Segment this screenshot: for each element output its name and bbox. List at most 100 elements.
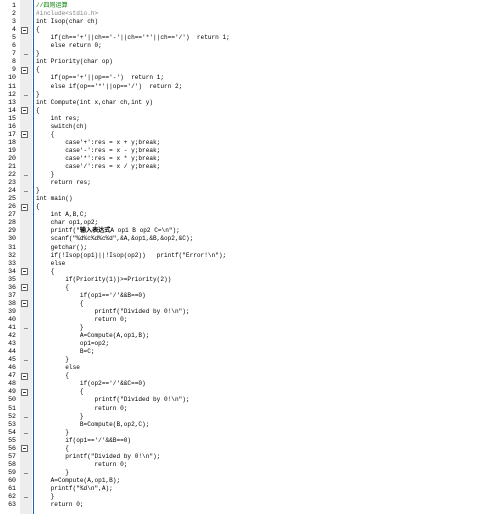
code-token: { (36, 66, 40, 74)
code-line[interactable]: int A,B,C; (36, 211, 88, 219)
code-line[interactable]: { (36, 107, 40, 115)
fold-margin[interactable] (20, 0, 32, 514)
fold-collapse-icon[interactable] (21, 372, 28, 380)
code-line[interactable]: { (36, 284, 69, 292)
code-line[interactable]: int Priority(char op) (36, 58, 113, 66)
line-number: 14 (8, 106, 16, 114)
code-line[interactable]: getchar(); (36, 244, 88, 252)
code-line[interactable]: printf("Divided by 0!\n"); (36, 453, 160, 461)
fold-collapse-icon[interactable] (21, 107, 28, 115)
code-line[interactable]: } (36, 493, 55, 501)
code-line[interactable]: scanf("%d%c%d%c%d",&A,&op1,&B,&op2,&C); (36, 235, 194, 243)
code-line[interactable]: case'-':res = x - y;break; (36, 147, 160, 155)
fold-collapse-icon[interactable] (21, 131, 28, 139)
code-line[interactable]: return 0; (36, 501, 84, 509)
code-token: } (36, 187, 40, 195)
line-number: 55 (8, 436, 16, 444)
code-line[interactable]: if(op2=='/'&&C==0) (36, 380, 146, 388)
line-number: 57 (8, 452, 16, 460)
code-line[interactable]: if(op=='+'||op=='-') return 1; (36, 74, 164, 82)
code-line[interactable]: } (36, 356, 69, 364)
code-line[interactable]: int Compute(int x,char ch,int y) (36, 99, 153, 107)
code-line[interactable]: return 0; (36, 461, 128, 469)
fold-end-marker (24, 94, 28, 96)
code-line[interactable]: #include<stdio.h> (36, 10, 98, 18)
line-number: 31 (8, 243, 16, 251)
fold-collapse-icon[interactable] (21, 388, 28, 396)
code-line[interactable]: { (36, 445, 69, 453)
code-line[interactable]: { (36, 372, 69, 380)
code-line[interactable]: printf("Divided by 0!\n"); (36, 396, 190, 404)
code-line[interactable]: if(ch=='+'||ch=='-'||ch=='*'||ch=='/') r… (36, 34, 230, 42)
code-line[interactable]: B=C; (36, 348, 95, 356)
fold-collapse-icon[interactable] (21, 66, 28, 74)
code-line[interactable]: } (36, 429, 69, 437)
code-line[interactable]: } (36, 187, 40, 195)
code-token: case'+':res = x + y;break; (36, 138, 161, 146)
fold-collapse-icon[interactable] (21, 300, 28, 308)
line-number: 41 (8, 324, 16, 331)
code-line[interactable]: int Isop(char ch) (36, 18, 98, 26)
line-number: 5 (12, 34, 16, 42)
code-token: { (36, 267, 55, 275)
code-line[interactable]: B=Compute(B,op2,C); (36, 421, 150, 429)
code-line[interactable]: op1=op2; (36, 340, 109, 348)
fold-collapse-icon[interactable] (21, 26, 28, 34)
code-line[interactable]: case'*':res = x * y;break; (36, 155, 160, 163)
code-line[interactable]: printf("输入表达式A op1 B op2 C=\n"); (36, 227, 180, 235)
fold-collapse-icon[interactable] (21, 445, 28, 453)
code-line[interactable]: } (36, 91, 40, 99)
code-line[interactable]: else return 0; (36, 42, 102, 50)
code-line[interactable]: } (36, 50, 40, 58)
code-line[interactable]: switch(ch) (36, 123, 88, 131)
line-number: 29 (8, 227, 16, 235)
fold-collapse-icon[interactable] (21, 203, 28, 211)
code-token: { (36, 372, 69, 380)
code-token: A op1 B op2 C=\n"); (110, 227, 180, 235)
code-token: return 0; (36, 315, 128, 323)
code-line[interactable]: } (36, 324, 84, 332)
code-line[interactable]: A=Compute(A,op1,B); (36, 477, 120, 485)
code-line[interactable]: if(op1=='/'&&B==0) (36, 292, 146, 300)
code-line[interactable]: return 0; (36, 315, 128, 324)
code-line[interactable]: { (36, 203, 40, 211)
code-token: printf("Divided by 0!\n"); (36, 396, 190, 404)
code-line[interactable]: } (36, 413, 84, 421)
fold-end-marker (24, 328, 28, 329)
code-line[interactable]: if(Priority(1))>=Priority(2)) (36, 276, 171, 284)
code-line[interactable]: //四则运算 (36, 2, 68, 10)
code-line[interactable]: printf("Divided by 0!\n"); (36, 308, 190, 316)
code-token: case'/':res = x / y;break; (36, 163, 161, 170)
code-line[interactable]: if(!Isop(op1)||!Isop(op2)) printf("Error… (36, 252, 227, 260)
code-line[interactable]: { (36, 300, 84, 308)
code-line[interactable]: else (36, 260, 66, 268)
code-token: if(op1=='/'&&B==0) (36, 291, 146, 299)
code-line[interactable]: { (36, 66, 40, 74)
code-line[interactable]: return res; (36, 179, 91, 187)
code-line[interactable]: return 0; (36, 405, 128, 413)
line-number: 40 (8, 315, 16, 323)
code-line[interactable]: printf("%d\n",A); (36, 485, 113, 493)
code-token: 输入表达式 (79, 227, 111, 235)
line-number: 34 (8, 267, 16, 275)
code-line[interactable]: } (36, 469, 69, 477)
code-line[interactable]: int main() (36, 195, 73, 203)
fold-collapse-icon[interactable] (21, 284, 28, 292)
code-line[interactable]: A=Compute(A,op1,B); (36, 332, 150, 340)
code-line[interactable]: int res; (36, 115, 80, 123)
line-number: 53 (8, 420, 16, 428)
code-editor[interactable]: 1 2 3 4 5 6 7 8 9 10 11 12 13 14 15 16 17 18 19 20 21 22 23 24 2… (0, 0, 500, 514)
code-line[interactable]: case'+':res = x + y;break; (36, 139, 160, 147)
line-number: 30 (8, 235, 16, 243)
code-line[interactable]: { (36, 388, 84, 396)
code-line[interactable]: else if(op=='*'||op=='/') return 2; (36, 83, 183, 91)
code-line[interactable]: { (36, 131, 55, 139)
code-line[interactable]: { (36, 267, 55, 276)
code-line[interactable]: else (36, 364, 80, 372)
fold-collapse-icon[interactable] (21, 268, 28, 276)
code-line[interactable]: case'/':res = x / y;break; (36, 163, 160, 171)
code-line[interactable]: if(op1=='/'&&B==0) (36, 437, 131, 445)
code-line[interactable]: { (36, 26, 40, 34)
code-line[interactable]: } (36, 171, 55, 179)
code-token: { (36, 444, 69, 452)
